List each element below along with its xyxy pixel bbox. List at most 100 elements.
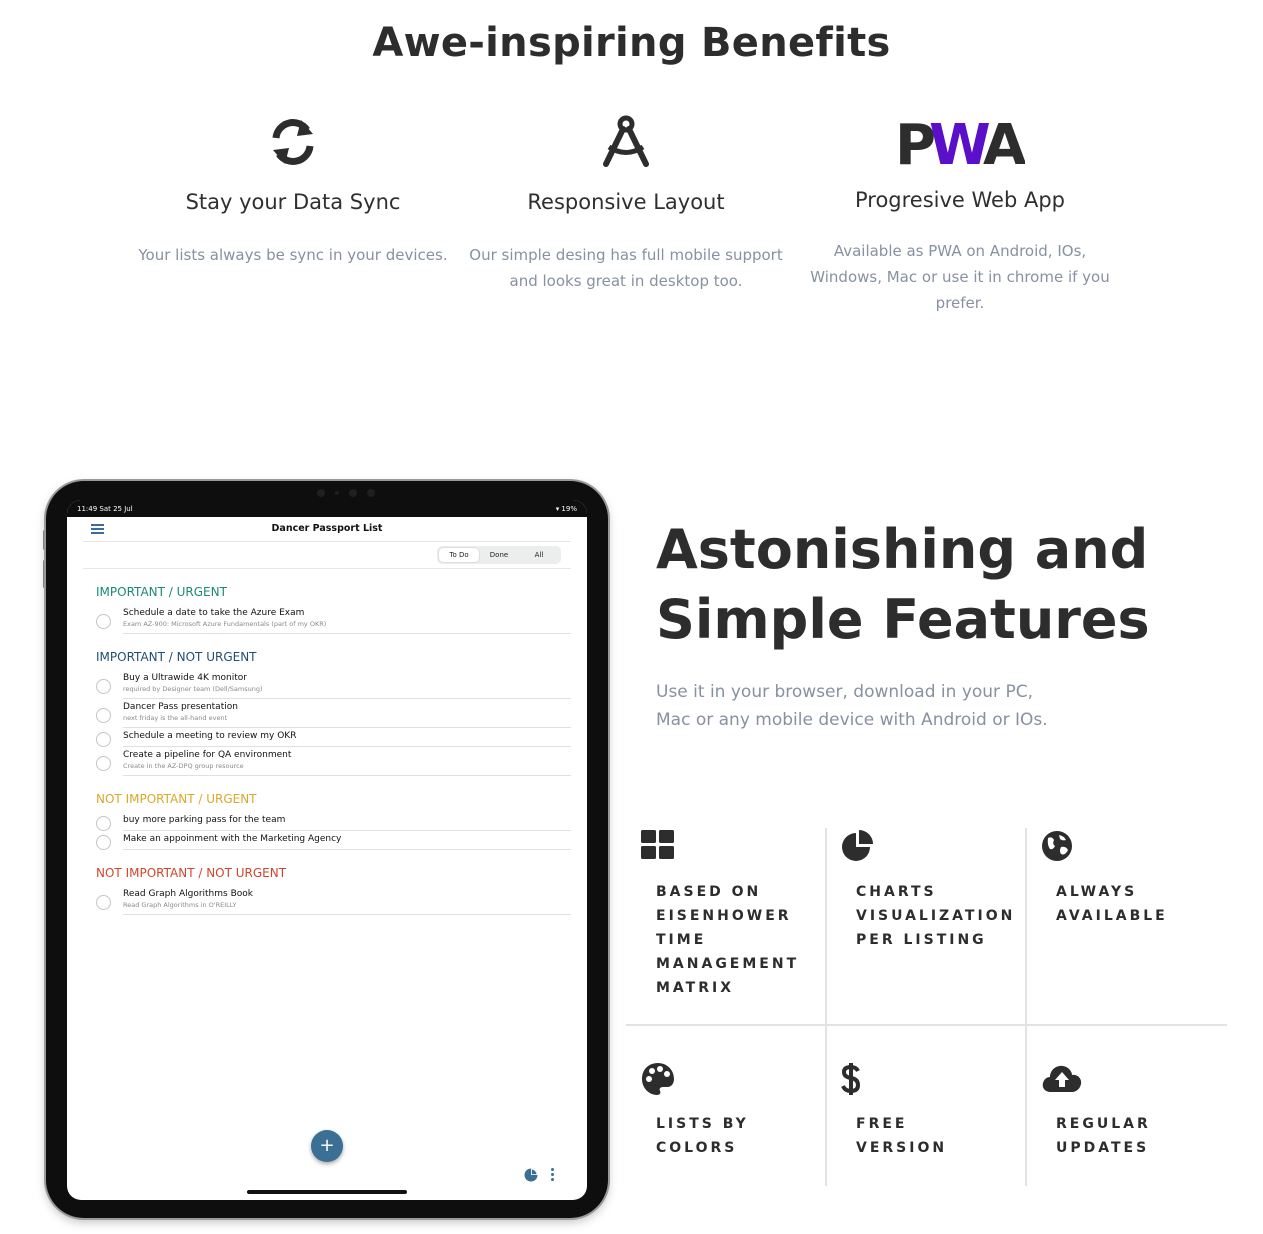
feature-label: Free version xyxy=(856,1116,948,1156)
task-subtitle: required by Designer team (Dell/Samsung) xyxy=(123,685,263,693)
section-heading: NOT IMPORTANT / URGENT xyxy=(96,792,257,806)
task-body: Create a pipeline for QA environment Crea… xyxy=(123,747,571,776)
benefit-desc: Your lists always be sync in your device… xyxy=(138,246,448,264)
task-body: Buy a Ultrawide 4K monitor required by De… xyxy=(123,670,571,699)
pie-chart-icon xyxy=(524,1168,538,1182)
camera-strip xyxy=(286,486,406,500)
features-subtitle-line1: Use it in your browser, download in your… xyxy=(656,682,1033,702)
feature-always-available: Always Available xyxy=(1041,830,1231,928)
app-header: Dancer Passport List xyxy=(83,517,571,542)
dollar-icon xyxy=(841,1062,1031,1096)
task-row[interactable]: Make an appoinment with the Marketing Ag… xyxy=(96,831,571,850)
task-row[interactable]: Dancer Pass presentation next friday is t… xyxy=(96,699,571,728)
sync-icon xyxy=(133,110,453,174)
task-title: Schedule a meeting to review my OKR xyxy=(123,731,297,741)
benefit-responsive: Responsive Layout Our simple desing has … xyxy=(466,110,786,294)
task-row[interactable]: Create a pipeline for QA environment Crea… xyxy=(96,747,571,776)
task-row[interactable]: Schedule a meeting to review my OKR xyxy=(96,728,571,747)
cloud-upload-icon xyxy=(1041,1062,1231,1096)
filter-segmented-control: To Do Done All xyxy=(437,546,561,564)
task-row[interactable]: Buy a Ultrawide 4K monitor required by De… xyxy=(96,670,571,699)
task-subtitle: Read Graph Algorithms in O'REILLY xyxy=(123,901,237,909)
feature-eisenhower: Based on Eisenhower Time Management Matr… xyxy=(641,830,831,1000)
task-row[interactable]: buy more parking pass for the team xyxy=(96,812,571,831)
grid-icon xyxy=(641,830,831,864)
task-checkbox[interactable] xyxy=(96,835,111,850)
benefit-title: Responsive Layout xyxy=(527,190,725,214)
task-list: IMPORTANT / URGENT Schedule a date to tak… xyxy=(67,569,587,915)
task-title: buy more parking pass for the team xyxy=(123,815,286,825)
tab-done[interactable]: Done xyxy=(479,548,519,562)
task-subtitle: next friday is the all-hand event xyxy=(123,714,228,722)
benefit-data-sync: Stay your Data Sync Your lists always be… xyxy=(133,110,453,268)
task-subtitle: Exam AZ-900: Microsoft Azure Fundamental… xyxy=(123,620,327,628)
task-title: Schedule a date to take the Azure Exam xyxy=(123,608,305,618)
svg-text:A: A xyxy=(983,116,1025,168)
app-title: Dancer Passport List xyxy=(271,523,383,534)
grid-divider xyxy=(626,1024,1227,1026)
task-title: Create a pipeline for QA environment xyxy=(123,750,292,760)
task-checkbox[interactable] xyxy=(96,732,111,747)
feature-charts: Charts Visualization per listing xyxy=(841,830,1031,952)
features-title: Astonishing and Simple Features xyxy=(656,515,1216,655)
feature-label: Always Available xyxy=(1056,884,1168,924)
features-subtitle: Use it in your browser, download in your… xyxy=(656,678,1076,734)
more-options-icon[interactable] xyxy=(551,1168,555,1183)
palette-icon xyxy=(641,1062,831,1096)
tablet-screen: 11:49 Sat 25 Jul ▾ 19% Dancer Passport L… xyxy=(67,500,587,1200)
task-subtitle: Create in the AZ-DPQ group resource xyxy=(123,762,244,770)
status-bar: 11:49 Sat 25 Jul ▾ 19% xyxy=(67,500,587,517)
section-heading: IMPORTANT / NOT URGENT xyxy=(96,650,257,664)
task-body: Schedule a date to take the Azure Exam Ex… xyxy=(123,605,571,634)
feature-free: Free version xyxy=(841,1062,1031,1160)
tab-todo[interactable]: To Do xyxy=(439,548,479,562)
task-checkbox[interactable] xyxy=(96,679,111,694)
status-time: 11:49 Sat 25 Jul xyxy=(77,504,133,513)
features-title-line1: Astonishing and xyxy=(656,518,1149,581)
feature-label: Regular updates xyxy=(1056,1116,1151,1156)
globe-icon xyxy=(1041,830,1231,864)
task-checkbox[interactable] xyxy=(96,816,111,831)
task-row[interactable]: Schedule a date to take the Azure Exam Ex… xyxy=(96,605,571,634)
task-title: Make an appoinment with the Marketing Ag… xyxy=(123,834,342,844)
task-title: Buy a Ultrawide 4K monitor xyxy=(123,673,247,683)
tab-all[interactable]: All xyxy=(519,548,559,562)
task-body: Dancer Pass presentation next friday is t… xyxy=(123,699,571,728)
svg-text:W: W xyxy=(929,116,990,168)
section-heading: IMPORTANT / URGENT xyxy=(96,585,227,599)
feature-label: Lists by colors xyxy=(656,1116,749,1156)
task-row[interactable]: Read Graph Algorithms Book Read Graph Alg… xyxy=(96,886,571,915)
pie-chart-icon xyxy=(841,830,1031,864)
task-checkbox[interactable] xyxy=(96,614,111,629)
feature-colors: Lists by colors xyxy=(641,1062,831,1160)
benefits-title: Awe-inspiring Benefits xyxy=(372,20,891,66)
benefit-title: Progresive Web App xyxy=(854,188,1066,212)
pwa-logo: P W A xyxy=(800,110,1120,174)
benefit-pwa: P W A Progresive Web App Available as PW… xyxy=(800,110,1120,316)
features-subtitle-line2: Mac or any mobile device with Android or… xyxy=(656,710,1048,730)
benefit-title: Stay your Data Sync xyxy=(185,190,401,214)
home-indicator xyxy=(247,1190,407,1194)
benefit-desc: Available as PWA on Android, IOs, Window… xyxy=(810,242,1110,312)
features-title-line2: Simple Features xyxy=(656,588,1150,651)
task-body: buy more parking pass for the team xyxy=(123,812,571,831)
tablet-mockup: 11:49 Sat 25 Jul ▾ 19% Dancer Passport L… xyxy=(46,481,608,1218)
filter-row: To Do Done All xyxy=(83,542,571,569)
feature-label: Based on Eisenhower Time Management Matr… xyxy=(656,884,800,996)
section-heading: NOT IMPORTANT / NOT URGENT xyxy=(96,866,287,880)
task-title: Dancer Pass presentation xyxy=(123,702,238,712)
task-checkbox[interactable] xyxy=(96,756,111,771)
chart-button[interactable] xyxy=(524,1167,538,1182)
task-checkbox[interactable] xyxy=(96,895,111,910)
task-body: Schedule a meeting to review my OKR xyxy=(123,728,571,747)
add-task-button[interactable]: + xyxy=(311,1130,343,1162)
benefit-desc: Our simple desing has full mobile suppor… xyxy=(469,246,783,290)
task-checkbox[interactable] xyxy=(96,708,111,723)
feature-label: Charts Visualization per listing xyxy=(856,884,1016,948)
task-body: Read Graph Algorithms Book Read Graph Alg… xyxy=(123,886,571,915)
status-battery: ▾ 19% xyxy=(555,504,577,513)
task-body: Make an appoinment with the Marketing Ag… xyxy=(123,831,571,850)
compass-icon xyxy=(466,110,786,174)
feature-updates: Regular updates xyxy=(1041,1062,1231,1160)
task-title: Read Graph Algorithms Book xyxy=(123,889,253,899)
